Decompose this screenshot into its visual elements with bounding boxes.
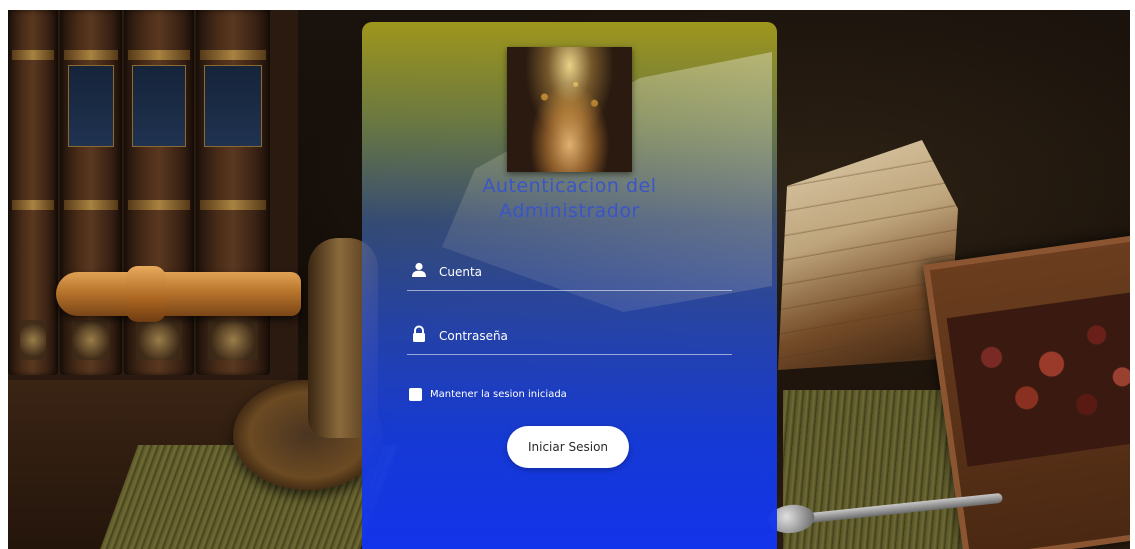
password-input[interactable] — [437, 322, 731, 350]
user-icon — [410, 261, 428, 279]
password-field — [407, 318, 732, 355]
logo — [507, 47, 632, 172]
wooden-pipe — [56, 266, 301, 322]
book-spine — [8, 10, 58, 375]
book-spine — [60, 10, 122, 375]
book-spine — [196, 10, 270, 375]
remember-label: Mantener la sesion iniciada — [430, 388, 567, 400]
account-input[interactable] — [437, 258, 731, 286]
remember-session[interactable]: Mantener la sesion iniciada — [409, 384, 567, 404]
login-card: Autenticacion del Administrador Mantener… — [362, 22, 777, 549]
remember-checkbox[interactable] — [409, 387, 422, 401]
open-books — [778, 140, 958, 370]
lock-icon — [410, 325, 428, 343]
login-button[interactable]: Iniciar Sesion — [507, 426, 629, 468]
page-title-line2: Administrador — [499, 200, 640, 222]
account-field — [407, 254, 732, 291]
bookshelf — [8, 10, 298, 380]
page-title: Autenticacion del — [482, 175, 657, 197]
